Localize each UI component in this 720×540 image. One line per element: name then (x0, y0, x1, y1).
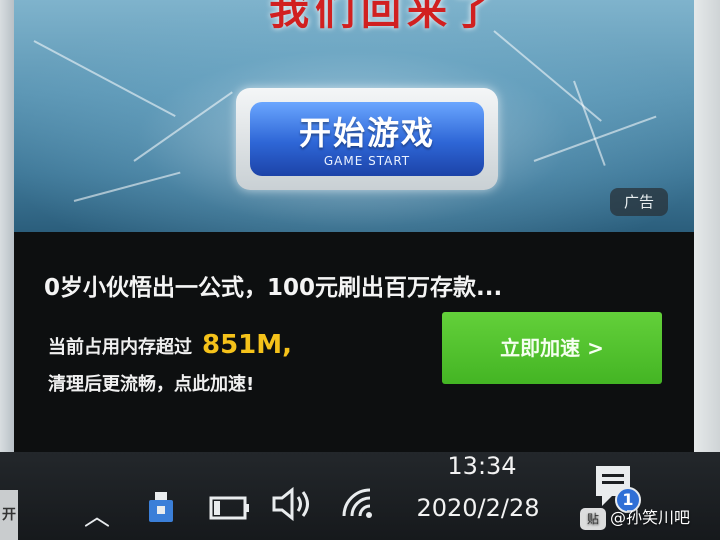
clock-date[interactable]: 2020/2/28 (398, 494, 558, 522)
watermark: 贴 @孙笑川吧 (580, 504, 718, 534)
volume-icon[interactable] (270, 486, 314, 522)
watermark-text: @孙笑川吧 (610, 508, 691, 527)
game-start-button[interactable]: 开始游戏 GAME START (236, 88, 498, 190)
banner-title: 我们回来了 (269, 0, 499, 34)
game-start-button-face[interactable]: 开始游戏 GAME START (250, 102, 484, 176)
memory-usage-text: 当前占用内存超过 851M, (48, 330, 292, 360)
taskbar-left-edge[interactable]: 开 (0, 490, 18, 540)
wifi-icon[interactable] (338, 486, 378, 520)
ad-tag-badge: 广告 (610, 188, 668, 216)
ad-banner-image[interactable]: 我们回来了 开始游戏 GAME START 广告 (14, 0, 694, 232)
ad-popup: 我们回来了 开始游戏 GAME START 广告 0岁小伙悟出一公式，100元刷… (14, 0, 694, 452)
clock-time[interactable]: 13:34 (432, 452, 532, 480)
game-start-label-en: GAME START (323, 154, 411, 168)
chevron-up-icon[interactable]: ︿ (84, 496, 110, 533)
ad-headline-link[interactable]: 0岁小伙悟出一公式，100元刷出百万存款... (44, 268, 684, 302)
screen: 我们回来了 开始游戏 GAME START 广告 0岁小伙悟出一公式，100元刷… (0, 0, 720, 540)
tieba-badge-icon: 贴 (580, 507, 606, 530)
memory-usage-prefix: 当前占用内存超过 (48, 337, 192, 358)
cleanup-hint-text: 清理后更流畅，点此加速! (48, 374, 255, 395)
monitor-bezel-left (0, 0, 14, 460)
battery-icon[interactable] (208, 492, 252, 522)
game-start-label-cn: 开始游戏 (298, 114, 435, 152)
monitor-bezel-right (690, 0, 720, 460)
memory-usage-value: 851M, (202, 330, 293, 360)
speed-up-button[interactable]: 立即加速 > (442, 312, 662, 384)
usb-icon[interactable] (146, 490, 176, 526)
